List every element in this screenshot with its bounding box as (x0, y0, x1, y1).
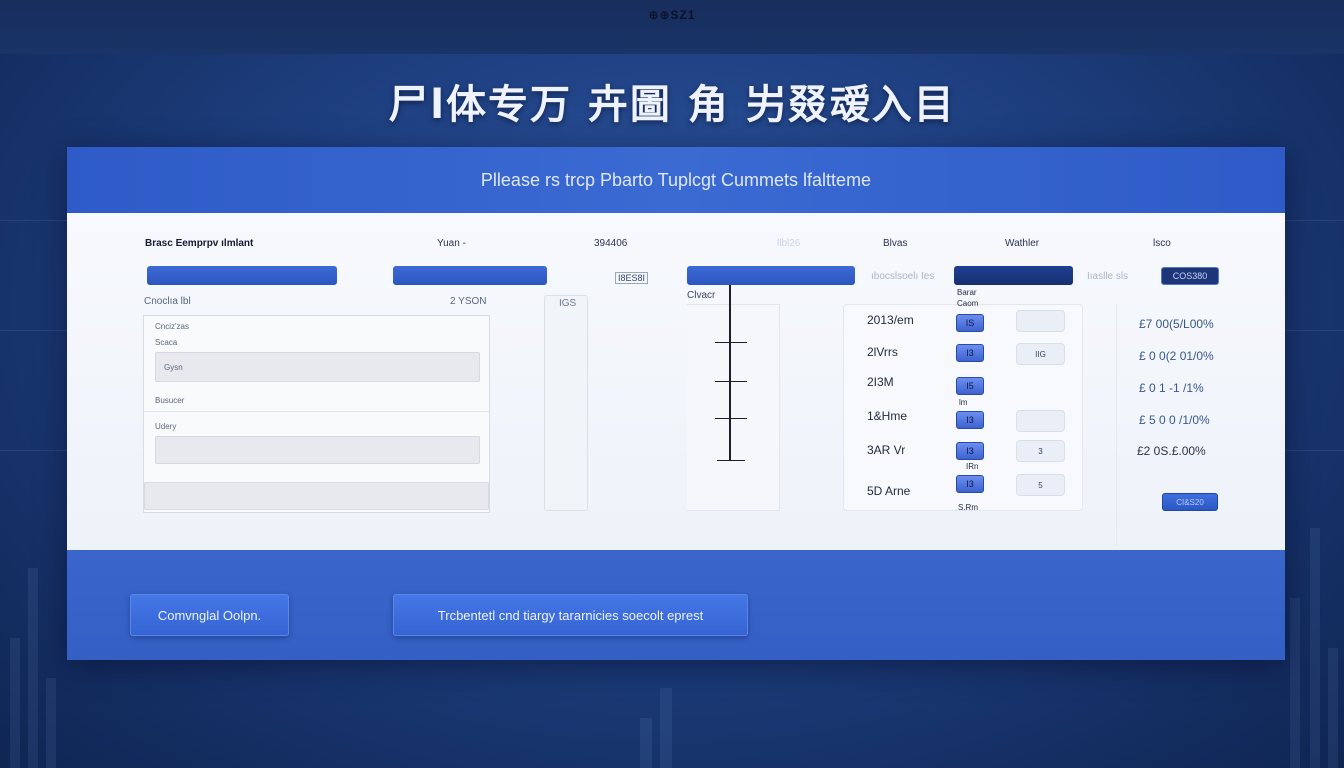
list-row-label: 2lVrrs (867, 345, 898, 359)
form-section-1-sublabel: Scaca (155, 338, 178, 347)
form-panel: Cnciz'zas Scaca Busucer Udery (143, 315, 490, 513)
timeline-tick (715, 381, 747, 382)
form-input-2[interactable] (155, 436, 480, 464)
card-header: Pllease rs trcp Pbarto Tuplcgt Cummets l… (67, 147, 1285, 213)
list-row-tiny: S.Rm (958, 503, 978, 512)
value-item: £ 0 0(2 01/0% (1139, 349, 1214, 363)
list-row-chip[interactable]: I3 (956, 475, 984, 493)
list-row-slot[interactable] (1016, 310, 1065, 332)
column-heading-7: lsco (1153, 238, 1171, 249)
card-footer: Comvnglal Oolpn. Trcbentetl cnd tiargy t… (67, 550, 1285, 660)
list-row-label: 5D Arne (867, 484, 911, 498)
form-section-2: Udery (144, 412, 489, 512)
list-header-label-2: Caom (957, 299, 979, 308)
form-section-2-label: Udery (155, 422, 177, 431)
list-row-slot[interactable]: IIG (1016, 343, 1065, 365)
list-row-label: 3AR Vr (867, 443, 906, 457)
timeline-tick (715, 342, 747, 343)
form-input-3[interactable] (144, 482, 489, 510)
footer-button-primary[interactable]: Comvnglal Oolpn. (130, 594, 289, 636)
form-input-1[interactable] (155, 352, 480, 382)
filter-bar-4[interactable] (954, 266, 1073, 285)
list-row-chip[interactable]: I3 (956, 411, 984, 429)
filter-bar-3[interactable] (687, 266, 855, 285)
sublabel-mid: 2 YSON (450, 296, 487, 307)
form-section-1-footer: Busucer (155, 396, 185, 405)
timeline-tick (717, 460, 745, 461)
column-heading-1: Brasc Eemprpv ılmlant (145, 238, 254, 249)
main-card: Pllease rs trcp Pbarto Tuplcgt Cummets l… (67, 147, 1285, 660)
form-section-1-label: Cnciz'zas (155, 322, 189, 331)
value-item: £2 0S.£.00% (1137, 444, 1206, 458)
list-header-label-1: Barar (957, 288, 977, 297)
scroll-column[interactable] (544, 295, 588, 511)
scroll-label: IGS (559, 298, 577, 309)
value-item: £7 00(5/L00% (1139, 317, 1214, 331)
card-body: Brasc Eemprpv ılmlant Yuan - 394406 llbl… (67, 213, 1285, 550)
sublabel-left: Cnoclıa lbl (144, 296, 191, 307)
column-heading-2: Yuan - (437, 238, 466, 249)
column-heading-5: Blvas (883, 238, 908, 249)
list-row-chip[interactable]: I3 (956, 442, 984, 460)
values-action-button[interactable]: CI&S20 (1162, 493, 1218, 511)
list-row-label: 2I3M (867, 375, 894, 389)
faint-label-right: Iıaslle sls (1087, 271, 1129, 282)
form-section-1: Cnciz'zas Scaca Busucer (144, 316, 489, 412)
list-row-tiny: IRn (966, 462, 979, 471)
column-heading-3: 394406 (594, 238, 628, 249)
list-row-chip[interactable]: I3 (956, 344, 984, 362)
page-title: 尸l体专万 卉圖 角 屴叕叆入目 (388, 82, 956, 128)
column-heading-4: llbl26 (777, 238, 801, 249)
list-row-slot[interactable]: 5 (1016, 474, 1065, 496)
timeline-label: Clvacr (687, 290, 716, 301)
footer-button-secondary[interactable]: Trcbentetl cnd tiargy tararnicies soecol… (393, 594, 748, 636)
list-row-label: 2013/em (867, 313, 914, 327)
code-tag: I8ES8I (615, 272, 649, 284)
value-item: £ 5 0 0 /1/0% (1139, 413, 1210, 427)
list-row-tiny: lm (959, 398, 968, 407)
list-row-chip[interactable]: I5 (956, 377, 984, 395)
card-header-text: Pllease rs trcp Pbarto Tuplcgt Cummets l… (480, 169, 872, 190)
list-row-label: 1&Hme (867, 409, 908, 423)
top-action-button[interactable]: COS380 (1161, 267, 1219, 285)
list-row-slot[interactable] (1016, 410, 1065, 432)
filter-bar-2[interactable] (393, 266, 547, 285)
column-heading-6: Wathler (1005, 238, 1040, 249)
top-code: ⊕⊕SZ1 (648, 8, 696, 22)
timeline-axis (729, 285, 731, 461)
list-row-chip[interactable]: IS (956, 314, 984, 332)
list-row-slot[interactable]: 3 (1016, 440, 1065, 462)
faint-label-left: ıbocslsoelı Ies (871, 271, 935, 282)
filter-bar-1[interactable] (147, 266, 337, 285)
value-item: £ 0 1 -1 /1% (1139, 381, 1204, 395)
timeline-tick (715, 418, 747, 419)
timeline-box (687, 304, 780, 511)
top-strip: ⊕⊕SZ1 (0, 0, 1344, 54)
